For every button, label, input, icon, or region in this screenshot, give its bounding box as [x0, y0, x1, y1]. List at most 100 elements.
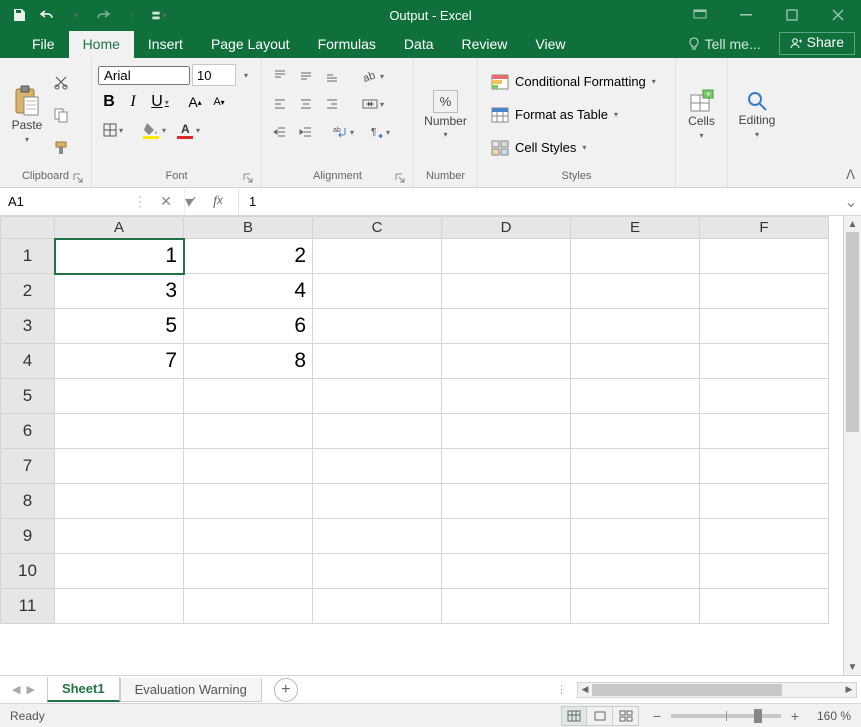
cell[interactable] — [313, 274, 442, 309]
sheet-tab-active[interactable]: Sheet1 — [47, 677, 120, 702]
cell[interactable] — [700, 309, 829, 344]
align-center-button[interactable] — [294, 92, 318, 116]
expand-formula-bar-button[interactable]: ⌄ — [841, 188, 861, 215]
row-header[interactable]: 7 — [1, 449, 55, 484]
row-header[interactable]: 2 — [1, 274, 55, 309]
format-as-table-button[interactable]: Format as Table▾ — [486, 102, 667, 128]
redo-dropdown[interactable] — [120, 4, 142, 26]
cell[interactable] — [571, 519, 700, 554]
font-size-box[interactable] — [192, 64, 236, 86]
text-direction-button[interactable]: ¶ — [362, 120, 396, 144]
col-header[interactable]: A — [55, 217, 184, 239]
borders-button[interactable] — [98, 118, 128, 142]
font-color-button[interactable]: A — [172, 118, 204, 142]
cell[interactable] — [571, 554, 700, 589]
increase-indent-button[interactable] — [294, 120, 318, 144]
cell[interactable] — [313, 309, 442, 344]
cell[interactable] — [700, 239, 829, 274]
cell[interactable] — [184, 519, 313, 554]
cell[interactable]: 7 — [55, 344, 184, 379]
undo-button[interactable] — [36, 4, 58, 26]
cell[interactable] — [313, 239, 442, 274]
save-icon[interactable] — [8, 4, 30, 26]
sheet-tab-other[interactable]: Evaluation Warning — [120, 678, 262, 702]
tab-view[interactable]: View — [521, 31, 579, 58]
cell[interactable] — [700, 414, 829, 449]
cell[interactable] — [313, 554, 442, 589]
row-header[interactable]: 3 — [1, 309, 55, 344]
zoom-out-button[interactable]: − — [649, 708, 665, 724]
font-size-dropdown[interactable] — [238, 64, 252, 86]
tab-data[interactable]: Data — [390, 31, 448, 58]
insert-function-button[interactable]: fx — [208, 194, 228, 210]
cell[interactable] — [571, 239, 700, 274]
decrease-indent-button[interactable] — [268, 120, 292, 144]
paste-button[interactable]: Paste ▾ — [6, 62, 48, 167]
cell[interactable] — [700, 589, 829, 624]
cell[interactable]: 1 — [55, 239, 184, 274]
cell[interactable] — [442, 449, 571, 484]
cell[interactable] — [55, 589, 184, 624]
row-header[interactable]: 11 — [1, 589, 55, 624]
cell[interactable] — [571, 344, 700, 379]
cell[interactable] — [700, 449, 829, 484]
cell[interactable] — [442, 519, 571, 554]
cell[interactable] — [700, 344, 829, 379]
tell-me[interactable]: Tell me... — [677, 36, 771, 58]
cut-button[interactable] — [48, 70, 74, 94]
cell[interactable] — [184, 414, 313, 449]
cell[interactable] — [700, 274, 829, 309]
sheet-nav-prev[interactable]: ◀ — [12, 683, 20, 696]
cell[interactable] — [313, 449, 442, 484]
cell[interactable] — [571, 484, 700, 519]
cell[interactable] — [571, 589, 700, 624]
scroll-left-button[interactable]: ◀ — [578, 683, 592, 697]
row-header[interactable]: 6 — [1, 414, 55, 449]
cell[interactable] — [442, 309, 571, 344]
row-header[interactable]: 9 — [1, 519, 55, 554]
alignment-launcher[interactable] — [393, 171, 407, 185]
cells-button[interactable]: + Cells▾ — [682, 62, 721, 167]
tab-file[interactable]: File — [18, 31, 69, 58]
new-sheet-button[interactable]: + — [274, 678, 298, 702]
row-header[interactable]: 8 — [1, 484, 55, 519]
tab-home[interactable]: Home — [69, 31, 134, 58]
zoom-level[interactable]: 160 % — [809, 709, 851, 723]
editing-button[interactable]: Editing▾ — [734, 62, 780, 167]
cell[interactable] — [442, 274, 571, 309]
cell[interactable] — [184, 554, 313, 589]
tab-page-layout[interactable]: Page Layout — [197, 31, 304, 58]
merge-button[interactable] — [356, 92, 390, 116]
close-button[interactable] — [815, 0, 861, 30]
cell[interactable] — [313, 414, 442, 449]
vertical-scrollbar[interactable]: ▲ ▼ — [843, 216, 861, 675]
cell[interactable] — [55, 519, 184, 554]
align-left-button[interactable] — [268, 92, 292, 116]
cells-grid[interactable]: A B C D E F 112234356478567891011 — [0, 216, 829, 624]
align-right-button[interactable] — [320, 92, 344, 116]
italic-button[interactable]: I — [122, 90, 144, 114]
enter-formula-button[interactable]: ✓ — [182, 193, 202, 210]
tab-review[interactable]: Review — [448, 31, 522, 58]
row-header[interactable]: 4 — [1, 344, 55, 379]
cell[interactable]: 6 — [184, 309, 313, 344]
share-button[interactable]: Share — [779, 32, 855, 55]
col-header[interactable]: E — [571, 217, 700, 239]
scroll-thumb[interactable] — [846, 232, 859, 432]
cell[interactable] — [700, 379, 829, 414]
range-selector-icon[interactable]: ⋮ — [130, 193, 150, 210]
cell[interactable] — [313, 484, 442, 519]
cell[interactable] — [700, 554, 829, 589]
cell[interactable] — [313, 589, 442, 624]
row-header[interactable]: 5 — [1, 379, 55, 414]
cell[interactable] — [55, 484, 184, 519]
ribbon-options-icon[interactable] — [677, 0, 723, 30]
cell[interactable] — [442, 589, 571, 624]
redo-button[interactable] — [92, 4, 114, 26]
normal-view-button[interactable] — [561, 706, 587, 726]
shrink-font-button[interactable]: A▾ — [208, 90, 230, 114]
cell[interactable] — [700, 484, 829, 519]
tab-splitter[interactable]: ⋮ — [550, 683, 573, 696]
align-top-button[interactable] — [268, 64, 292, 88]
cell[interactable] — [313, 344, 442, 379]
